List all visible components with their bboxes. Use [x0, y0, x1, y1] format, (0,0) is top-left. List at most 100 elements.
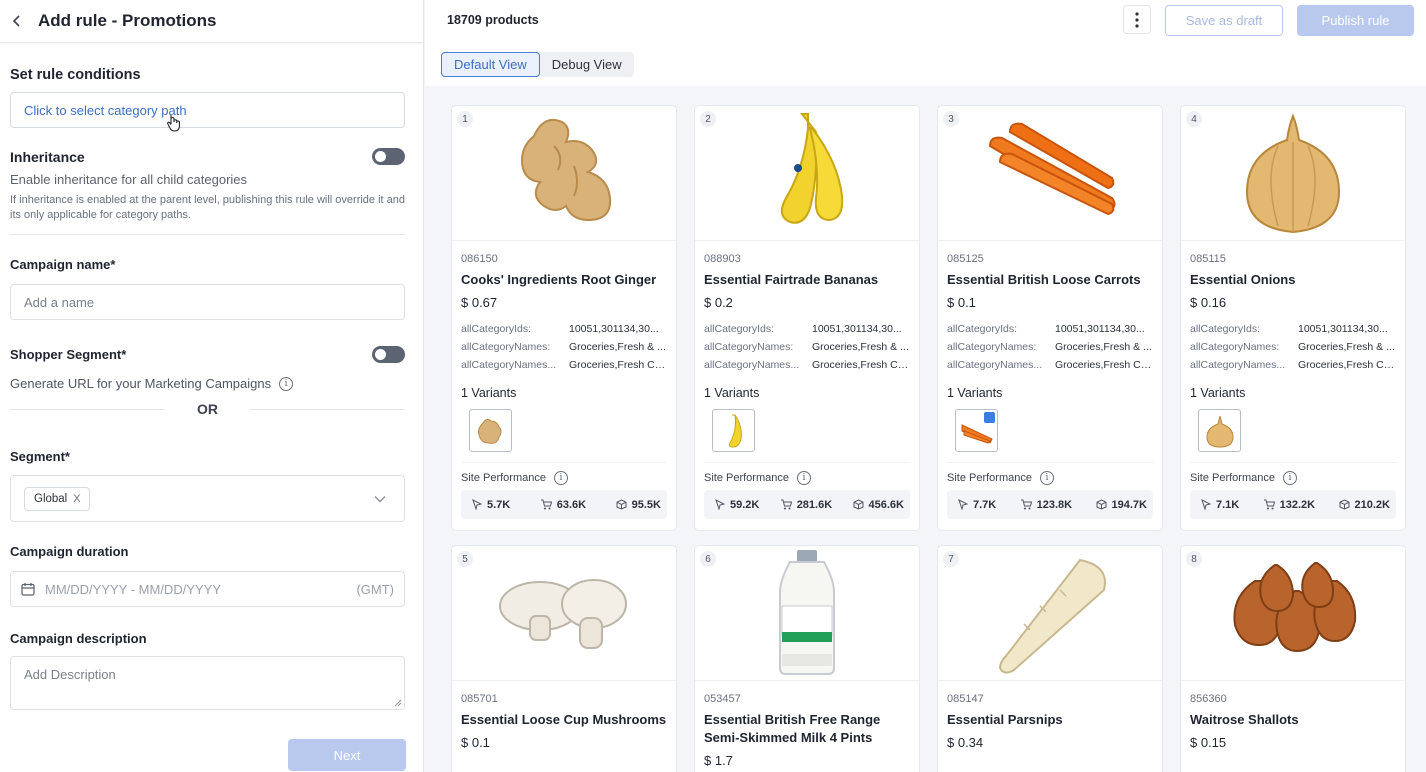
info-icon[interactable]: i [1282, 471, 1297, 485]
product-card[interactable]: 3 085125 Essential British Loose Carrots $ … [937, 105, 1163, 531]
checkbox-icon[interactable] [984, 412, 995, 423]
product-price: $ 0.1 [947, 295, 976, 310]
tab-debug-view[interactable]: Debug View [540, 52, 634, 77]
product-card[interactable]: 1 086150 Cooks' Ingredients Root Ginger $ 0… [451, 105, 677, 531]
chevron-down-icon[interactable] [374, 495, 386, 503]
results-toolbar: 18709 products Save as draft Publish rul… [425, 0, 1426, 86]
attribute-value: 10051,301134,30... [1055, 323, 1145, 335]
product-name: Cooks' Ingredients Root Ginger [461, 272, 657, 287]
attribute-value: Groceries,Fresh Ch... [812, 359, 910, 371]
attribute-row: allCategoryNames: Groceries,Fresh & ... [1190, 338, 1396, 356]
product-card[interactable]: 6 053457 Essential British Free Range Semi… [694, 545, 920, 772]
variants-count: 1 Variants [947, 386, 1003, 400]
cart-icon [1020, 499, 1032, 510]
divider [10, 234, 405, 235]
inheritance-note: If inheritance is enabled at the parent … [10, 194, 406, 221]
calendar-icon [21, 583, 35, 596]
shallot-image [1223, 551, 1363, 676]
publish-rule-button[interactable]: Publish rule [1297, 5, 1414, 36]
variant-thumbnail[interactable] [1198, 409, 1241, 452]
inheritance-toggle[interactable] [372, 148, 405, 165]
save-draft-button[interactable]: Save as draft [1165, 5, 1283, 36]
info-icon[interactable]: i [1039, 471, 1054, 485]
tab-default-view[interactable]: Default View [441, 52, 540, 77]
rank-badge: 7 [943, 551, 959, 567]
attribute-value: Groceries,Fresh & ... [569, 341, 666, 353]
product-attributes: allCategoryIds: 10051,301134,30... allCate… [1190, 320, 1396, 374]
generate-url-text: Generate URL for your Marketing Campaign… [10, 376, 405, 391]
variant-thumbnail[interactable] [712, 409, 755, 452]
product-name: Waitrose Shallots [1190, 712, 1299, 727]
info-icon[interactable]: i [279, 376, 294, 391]
shopper-segment-toggle[interactable] [372, 346, 405, 363]
variant-thumbnail[interactable] [955, 409, 998, 452]
attribute-row: allCategoryNames: Groceries,Fresh & ... [947, 338, 1153, 356]
variant-thumbnail[interactable] [469, 409, 512, 452]
product-price: $ 0.1 [461, 735, 490, 750]
product-name: Essential Onions [1190, 272, 1296, 287]
product-id: 085701 [461, 693, 498, 705]
performance-metric: 59.2K [714, 499, 759, 511]
metric-value: 210.2K [1354, 498, 1390, 511]
category-path-label: Click to select category path [24, 102, 187, 118]
product-attributes: allCategoryIds: 10051,301134,30... allCate… [947, 320, 1153, 374]
info-icon[interactable]: i [553, 471, 568, 485]
attribute-value: Groceries,Fresh Ch... [569, 359, 667, 371]
attribute-key: allCategoryIds: [704, 323, 775, 335]
info-icon[interactable]: i [796, 471, 811, 485]
product-id: 856360 [1190, 693, 1227, 705]
attribute-value: Groceries,Fresh & ... [1055, 341, 1152, 353]
more-options-icon[interactable] [1123, 5, 1151, 34]
divider [461, 462, 667, 463]
views-icon [1201, 499, 1211, 510]
variants-count: 1 Variants [704, 386, 760, 400]
attribute-key: allCategoryNames... [461, 359, 557, 371]
product-card[interactable]: 2 088903 Essential Fairtrade Bananas $ 0.2 a… [694, 105, 920, 531]
product-id: 085125 [947, 253, 984, 265]
metric-value: 194.7K [1111, 498, 1147, 511]
product-card[interactable]: 7 085147 Essential Parsnips $ 0.34 [937, 545, 1163, 772]
next-button[interactable]: Next [288, 739, 406, 771]
chip-close-icon[interactable]: X [73, 493, 80, 505]
site-performance-label: Site Performance [461, 472, 546, 484]
banana-image [762, 106, 852, 241]
attribute-row: allCategoryNames: Groceries,Fresh & ... [461, 338, 667, 356]
campaign-description-textarea[interactable]: Add Description [10, 656, 405, 710]
product-image: 3 [938, 106, 1162, 241]
or-line-right [250, 408, 405, 410]
category-path-selector[interactable]: Click to select category path [10, 92, 405, 132]
segment-select[interactable]: Global X [10, 475, 405, 522]
attribute-key: allCategoryIds: [1190, 323, 1261, 335]
metric-value: 281.6K [796, 498, 833, 511]
product-card[interactable]: 5 085701 Essential Loose Cup Mushrooms $ 0.… [451, 545, 677, 772]
date-range-input[interactable]: MM/DD/YYYY - MM/DD/YYYY (GMT) [10, 571, 405, 607]
rule-form-panel: Add rule - Promotions Set rule condition… [0, 0, 424, 772]
product-card[interactable]: 8 856360 Waitrose Shallots $ 0.15 [1180, 545, 1406, 772]
attribute-row: allCategoryIds: 10051,301134,30... [1190, 320, 1396, 338]
attribute-value: 10051,301134,30... [569, 323, 659, 335]
hand-cursor-icon [167, 115, 180, 132]
site-performance-title: Site Performance i [704, 471, 910, 485]
chevron-left-icon[interactable] [12, 13, 28, 29]
attribute-key: allCategoryNames... [1190, 359, 1286, 371]
campaign-name-input[interactable]: Add a name [10, 284, 405, 320]
performance-metric: 95.5K [616, 499, 661, 511]
product-price: $ 0.16 [1190, 295, 1227, 310]
or-separator: OR [10, 401, 405, 417]
attribute-row: allCategoryNames: Groceries,Fresh & ... [704, 338, 910, 356]
attribute-row: allCategoryIds: 10051,301134,30... [461, 320, 667, 338]
product-id: 086150 [461, 253, 498, 265]
date-range-placeholder: MM/DD/YYYY - MM/DD/YYYY [45, 581, 222, 597]
resize-handle-icon[interactable] [394, 699, 402, 707]
metric-value: 63.6K [556, 498, 587, 511]
product-name: Essential British Loose Carrots [947, 272, 1141, 287]
performance-metrics: 59.2K 281.6K 456.6K [704, 490, 910, 519]
page-title: Add rule - Promotions [38, 11, 217, 30]
product-price: $ 0.15 [1190, 735, 1227, 750]
attribute-row: allCategoryNames... Groceries,Fresh Ch... [704, 356, 910, 374]
site-performance-title: Site Performance i [947, 471, 1153, 485]
product-card[interactable]: 4 085115 Essential Onions $ 0.16 allCategory… [1180, 105, 1406, 531]
site-performance-title: Site Performance i [1190, 471, 1396, 485]
attribute-row: allCategoryIds: 10051,301134,30... [947, 320, 1153, 338]
product-price: $ 1.7 [704, 753, 733, 768]
